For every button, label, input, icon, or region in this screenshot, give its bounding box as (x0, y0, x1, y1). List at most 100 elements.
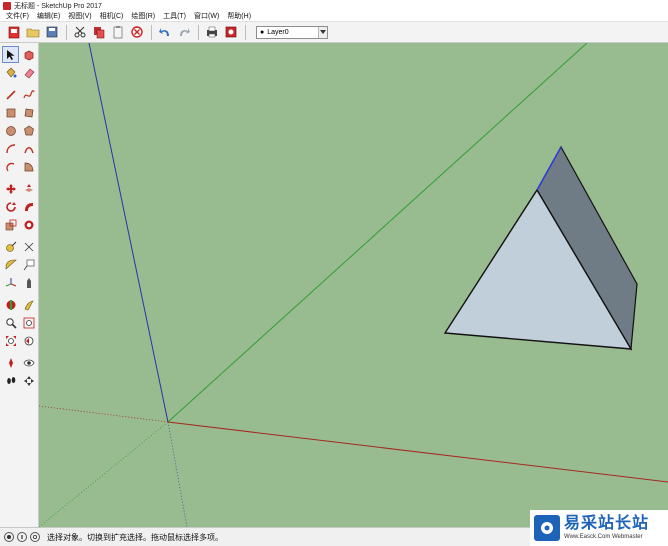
three-point-arc-icon (5, 162, 14, 171)
window-title: 无标题 - SketchUp Pro 2017 (14, 2, 102, 10)
question-glyph (32, 534, 38, 540)
cut-button[interactable] (71, 24, 88, 41)
new-file-button[interactable] (5, 24, 22, 41)
paste-button[interactable] (109, 24, 126, 41)
look-around-button[interactable] (20, 354, 37, 371)
line-tool-button[interactable] (2, 86, 19, 103)
eraser-icon (24, 68, 34, 78)
scale-tool-button[interactable] (2, 216, 19, 233)
redo-button[interactable] (175, 24, 192, 41)
print-button[interactable] (203, 24, 220, 41)
push-pull-icon (24, 183, 33, 192)
axes-tool-button[interactable] (2, 274, 19, 291)
erase-button[interactable] (128, 24, 145, 41)
text-label-icon (23, 259, 34, 270)
help-icon[interactable] (30, 532, 40, 542)
three-point-arc-button[interactable] (2, 158, 19, 175)
dropdown-arrow[interactable] (318, 26, 327, 38)
model-info-button[interactable] (222, 24, 239, 41)
offset-tool-button[interactable] (20, 216, 37, 233)
pie-tool-button[interactable] (20, 158, 37, 175)
select-tool-button[interactable] (2, 46, 19, 63)
walk-footprints-button[interactable] (2, 372, 19, 389)
previous-view-button[interactable] (20, 332, 37, 349)
tape-measure-button[interactable] (2, 238, 19, 255)
menu-help[interactable]: 帮助(H) (223, 11, 255, 22)
freehand-icon (22, 89, 35, 98)
two-point-arc-button[interactable] (20, 140, 37, 157)
tool-row (2, 274, 38, 291)
green-axis-negative (39, 421, 169, 527)
zoom-tool-button[interactable] (2, 314, 19, 331)
rotated-rectangle-icon (24, 108, 33, 117)
offset-icon (24, 220, 33, 229)
credits-icon[interactable] (17, 532, 27, 542)
walk-icon (24, 300, 34, 310)
menu-window[interactable]: 窗口(W) (190, 11, 223, 22)
open-button[interactable] (24, 24, 41, 41)
arc-tool-button[interactable] (2, 140, 19, 157)
arc-icon (5, 143, 15, 153)
geolocation-icon[interactable] (4, 532, 14, 542)
rotated-rectangle-button[interactable] (20, 104, 37, 121)
model-info-icon (225, 26, 236, 38)
polygon-tool-button[interactable] (20, 122, 37, 139)
circle-tool-button[interactable] (2, 122, 19, 139)
paint-bucket-button[interactable] (2, 64, 19, 81)
push-pull-button[interactable] (20, 180, 37, 197)
tool-row (2, 198, 38, 215)
menu-tools[interactable]: 工具(T) (159, 11, 190, 22)
zoom-extents-button[interactable] (2, 332, 19, 349)
paint-bucket-icon (6, 67, 16, 77)
polygon-icon (23, 125, 34, 135)
follow-me-button[interactable] (20, 198, 37, 215)
undo-button[interactable] (156, 24, 173, 41)
text-tool-button[interactable] (20, 256, 37, 273)
tool-row (2, 354, 38, 371)
rotate-tool-button[interactable] (2, 198, 19, 215)
menu-draw[interactable]: 绘图(R) (127, 11, 159, 22)
copy-icon (93, 27, 104, 39)
tool-row (2, 238, 38, 255)
footprints-icon (6, 376, 15, 384)
dimension-tool-button[interactable] (20, 238, 37, 255)
menu-view[interactable]: 视图(V) (64, 11, 95, 22)
menu-file[interactable]: 文件(F) (2, 11, 33, 22)
zoom-window-button[interactable] (20, 314, 37, 331)
menu-camera[interactable]: 相机(C) (96, 11, 128, 22)
tool-row (2, 216, 38, 233)
delete-circle-icon (130, 26, 143, 38)
tool-row (2, 104, 38, 121)
tool-row (2, 256, 38, 273)
blue-axis-negative (167, 421, 188, 527)
position-camera-button[interactable] (2, 354, 19, 371)
eraser-button[interactable] (20, 64, 37, 81)
walk-tool-button[interactable] (20, 296, 37, 313)
layer-dropdown[interactable]: ● Layer0 (256, 25, 328, 39)
layer-name: Layer0 (267, 28, 289, 36)
copy-button[interactable] (90, 24, 107, 41)
protractor-icon (5, 259, 17, 270)
watermark-sub-text: Www.Easck.Com Webmaster (564, 534, 643, 540)
orbit-icon (23, 375, 34, 386)
zoom-window-icon (23, 317, 34, 328)
component-icon (24, 50, 33, 60)
freehand-tool-button[interactable] (20, 86, 37, 103)
modeling-viewport[interactable] (39, 43, 668, 527)
save-button[interactable] (43, 24, 60, 41)
toolbar-separator (245, 24, 246, 40)
section-plane-button[interactable] (2, 296, 19, 313)
blue-axis (88, 43, 169, 423)
3d-text-button[interactable] (20, 274, 37, 291)
circle-icon (5, 125, 16, 136)
make-component-button[interactable] (20, 46, 37, 63)
rectangle-tool-button[interactable] (2, 104, 19, 121)
viewport-canvas[interactable] (39, 43, 668, 527)
menu-bar: 文件(F) 编辑(E) 视图(V) 相机(C) 绘图(R) 工具(T) 窗口(W… (0, 11, 668, 22)
info-glyph (21, 535, 23, 539)
move-tool-button[interactable] (2, 180, 19, 197)
axes-icon (5, 277, 16, 286)
menu-edit[interactable]: 编辑(E) (33, 11, 64, 22)
protractor-button[interactable] (2, 256, 19, 273)
orbit-button[interactable] (20, 372, 37, 389)
